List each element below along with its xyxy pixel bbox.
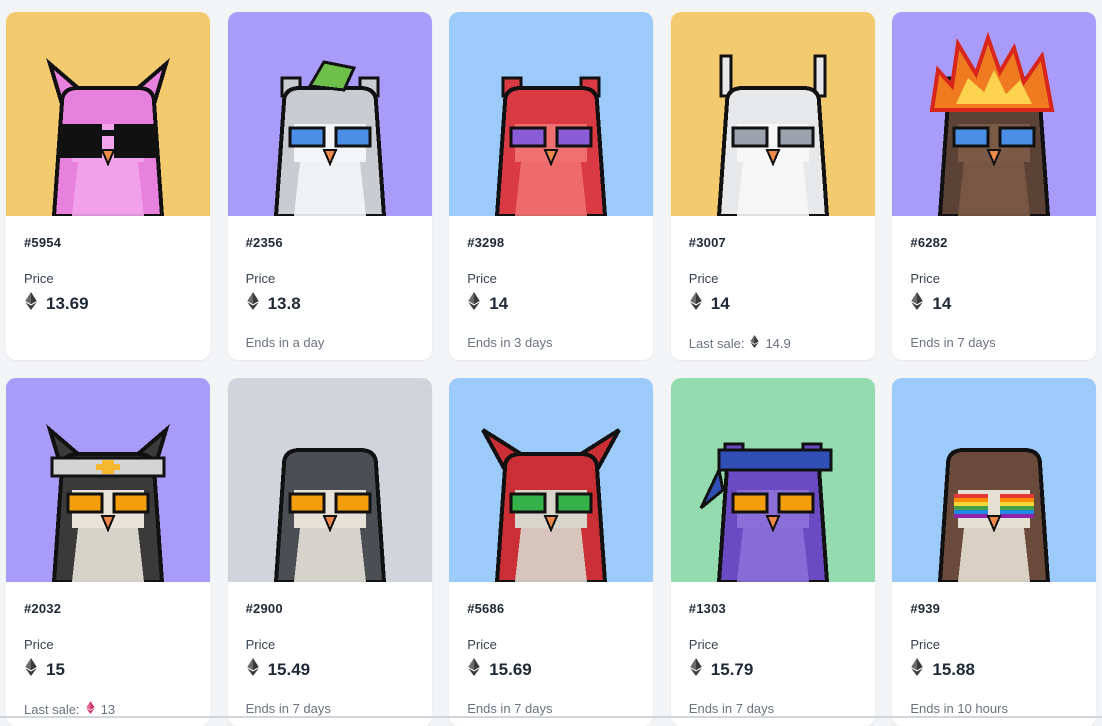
last-sale: Last sale: 14.9	[689, 335, 791, 351]
last-sale-value: 13	[100, 701, 116, 717]
price-value: 15.79	[710, 659, 754, 679]
eth-icon	[467, 292, 489, 315]
price-label: Price	[245, 271, 276, 286]
price-label: Price	[688, 637, 719, 652]
auction-ends: Ends in 3 days	[467, 335, 553, 350]
eth-icon	[910, 658, 932, 681]
last-sale-value: 14.9	[765, 335, 791, 351]
price-row: 14	[910, 292, 951, 315]
price-label: Price	[24, 271, 54, 286]
nft-card[interactable]: #3298 Price 14 Ends in 3 days	[449, 12, 654, 360]
last-sale-label: Last sale:	[24, 701, 80, 717]
auction-ends: Ends in 10 hours	[910, 701, 1008, 716]
eth-icon	[24, 658, 46, 681]
price-value: 15.69	[489, 659, 532, 679]
eth-icon	[246, 292, 268, 315]
price-value: 14	[932, 293, 952, 313]
auction-ends: Ends in 7 days	[688, 701, 775, 716]
eth-icon	[910, 292, 932, 315]
price-label: Price	[688, 271, 719, 286]
eth-icon	[467, 658, 489, 681]
price-value: 14	[489, 293, 509, 313]
price-row: 15.49	[246, 658, 311, 681]
owl-artwork[interactable]	[892, 378, 1097, 582]
price-value: 14	[710, 293, 730, 313]
token-id: #939	[910, 601, 941, 616]
owl-artwork[interactable]	[670, 378, 875, 582]
price-row: 14	[467, 292, 508, 315]
owl-artwork[interactable]	[227, 12, 432, 216]
price-label: Price	[245, 637, 276, 652]
token-id: #5686	[467, 601, 505, 616]
token-id: #5954	[24, 235, 62, 250]
token-id: #6282	[910, 235, 948, 250]
owl-artwork[interactable]	[6, 378, 210, 582]
nft-card[interactable]: #6282 Price 14 Ends in 7 days	[892, 12, 1097, 360]
price-value: 15.49	[267, 659, 311, 679]
eth-icon	[24, 292, 46, 315]
token-id: #2032	[24, 601, 62, 616]
price-row: 13.69	[24, 292, 89, 315]
owl-artwork[interactable]	[227, 378, 432, 582]
price-label: Price	[910, 271, 941, 286]
nft-card[interactable]: #5686 Price 15.69 Ends in 7 days	[449, 378, 654, 726]
nft-card[interactable]: #5954 Price 13.69	[6, 12, 210, 360]
last-sale-label: Last sale:	[688, 335, 745, 351]
price-label: Price	[467, 271, 497, 286]
price-row: 14	[689, 292, 730, 315]
auction-ends: Ends in 7 days	[467, 701, 553, 716]
price-row: 15	[24, 658, 65, 681]
eth-icon	[689, 658, 711, 681]
price-row: 15.88	[910, 658, 975, 681]
nft-card[interactable]: #1303 Price 15.79 Ends in 7 days	[670, 378, 875, 726]
price-row: 13.8	[246, 292, 301, 315]
nft-card[interactable]: #2356 Price 13.8 Ends in a day	[227, 12, 432, 360]
auction-ends: Ends in a day	[245, 335, 325, 350]
owl-artwork[interactable]	[670, 12, 875, 216]
eth-icon	[80, 701, 101, 717]
owl-artwork[interactable]	[6, 12, 210, 216]
nft-grid: #5954 Price 13.69 #2356 Price 13.8 Ends in a d…	[0, 0, 1102, 726]
price-value: 13.8	[267, 293, 301, 313]
nft-card[interactable]: #3007 Price 14 Last sale: 14.9	[670, 12, 875, 360]
eth-icon	[689, 292, 711, 315]
owl-artwork[interactable]	[449, 378, 654, 582]
token-id: #3007	[688, 235, 726, 250]
nft-card[interactable]: #2032 Price 15 Last sale: 13	[6, 378, 210, 726]
last-sale: Last sale: 13	[24, 701, 115, 717]
nft-card[interactable]: #2900 Price 15.49 Ends in 7 days	[227, 378, 432, 726]
eth-icon	[744, 335, 765, 351]
price-value: 13.69	[46, 293, 89, 313]
price-row: 15.69	[467, 658, 532, 681]
eth-icon	[246, 658, 268, 681]
nft-card[interactable]: #939 Price 15.88 Ends in 10 hours	[892, 378, 1097, 726]
token-id: #2356	[245, 235, 283, 250]
token-id: #1303	[688, 601, 726, 616]
owl-artwork[interactable]	[449, 12, 654, 216]
owl-artwork[interactable]	[892, 12, 1097, 216]
price-label: Price	[467, 637, 497, 652]
auction-ends: Ends in 7 days	[245, 701, 331, 716]
price-row: 15.79	[689, 658, 754, 681]
price-label: Price	[24, 637, 54, 652]
price-value: 15.88	[932, 659, 975, 679]
auction-ends: Ends in 7 days	[910, 335, 996, 350]
token-id: #2900	[245, 601, 283, 616]
token-id: #3298	[467, 235, 505, 250]
price-value: 15	[46, 659, 65, 679]
price-label: Price	[910, 637, 941, 652]
